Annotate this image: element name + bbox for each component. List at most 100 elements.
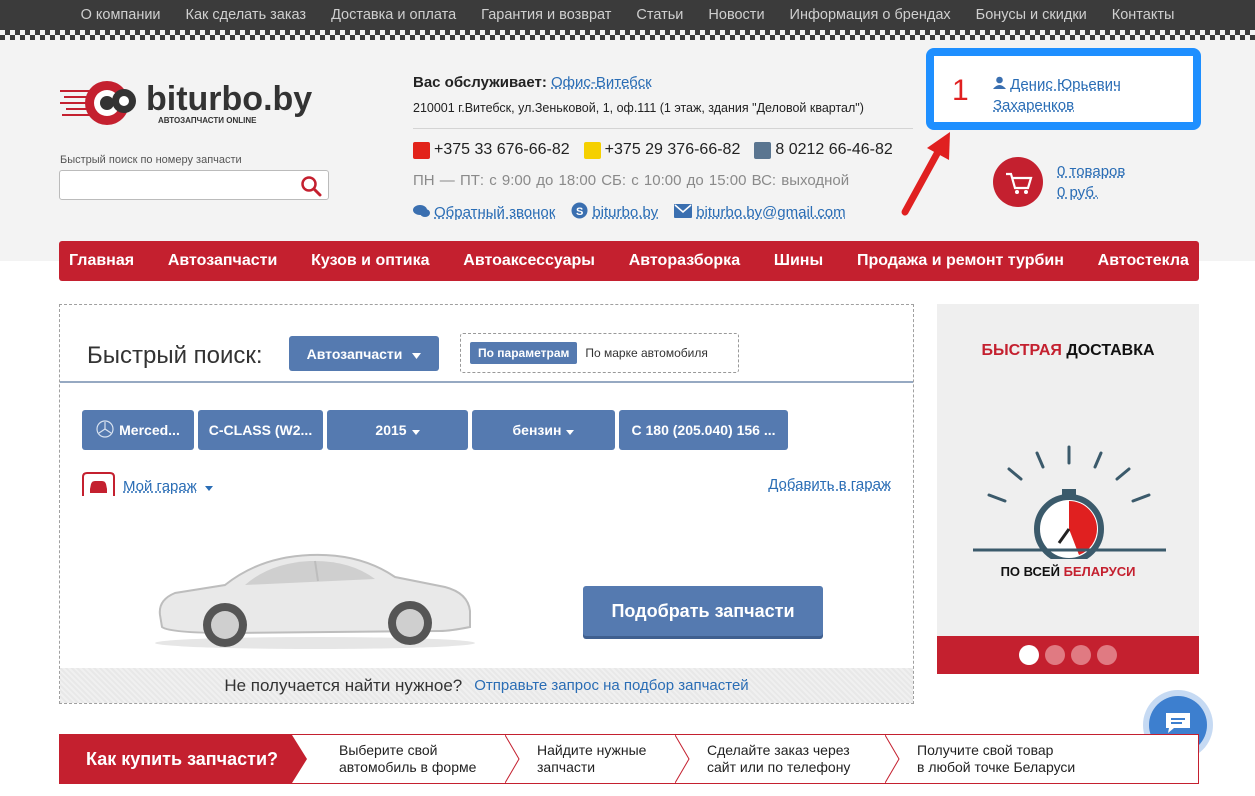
service-office: Вас обслуживает: Офис-Витебск (413, 74, 652, 91)
main-nav: Главная Автозапчасти Кузов и оптика Авто… (59, 241, 1199, 281)
tab-by-parameters[interactable]: По параметрам (470, 342, 578, 364)
user-name[interactable]: Денис Юрьевич Захаренков (993, 74, 1173, 116)
top-nav-contacts[interactable]: Контакты (1099, 7, 1187, 23)
email-link[interactable]: biturbo.by@gmail.com (696, 204, 845, 221)
brand-select[interactable]: Merced... (82, 410, 194, 450)
phone-number: +375 33 676-66-82 (434, 141, 570, 158)
cart-icon (993, 172, 1043, 211)
callback-link[interactable]: Обратный звонок (434, 204, 555, 221)
my-garage-link[interactable]: Мой гараж (123, 478, 197, 495)
cart-items-link[interactable]: 0 товаров (1057, 161, 1125, 182)
svg-text:АВТОЗАПЧАСТИ ONLINE: АВТОЗАПЧАСТИ ONLINE (158, 116, 257, 125)
top-nav-news[interactable]: Новости (696, 7, 777, 23)
main-nav-glass[interactable]: Автостекла (1098, 252, 1189, 270)
category-label: Автозапчасти (306, 345, 403, 362)
add-to-garage-link[interactable]: Добавить в гараж (768, 476, 891, 493)
slide-dot-3[interactable] (1071, 645, 1091, 665)
skype-link[interactable]: biturbo.by (592, 204, 658, 221)
category-dropdown[interactable]: Автозапчасти (289, 336, 439, 371)
top-nav-articles[interactable]: Статьи (624, 7, 696, 23)
panel-footer: Не получается найти нужное? Отправьте за… (60, 668, 913, 703)
cart-button[interactable] (993, 157, 1043, 207)
phone-landline[interactable]: 8 0212 66-46-82 (754, 141, 893, 159)
slide-dot-2[interactable] (1045, 645, 1065, 665)
fuel-select[interactable]: бензин (472, 410, 615, 450)
chevron-right-icon (675, 735, 690, 783)
step-line: сайт или по телефону (707, 759, 851, 775)
top-nav-warranty[interactable]: Гарантия и возврат (469, 7, 624, 23)
quick-search-box (59, 170, 329, 200)
svg-text:biturbo.by: biturbo.by (146, 80, 312, 118)
modification-select[interactable]: C 180 (205.040) 156 ... (619, 410, 788, 450)
user-icon (993, 76, 1006, 93)
send-request-link[interactable]: Отправьте запрос на подбор запчастей (474, 677, 748, 694)
quick-search-input[interactable] (60, 171, 290, 199)
quick-search-panel: Быстрый поиск: Автозапчасти По параметра… (59, 304, 914, 704)
search-icon[interactable] (300, 175, 322, 197)
skype-icon: S (571, 202, 588, 223)
site-logo[interactable]: biturbo.by АВТОЗАПЧАСТИ ONLINE (60, 75, 325, 130)
tab-by-car-brand[interactable]: По марке автомобиля (585, 346, 707, 360)
office-address: 210001 г.Витебск, ул.Зеньковой, 1, оф.11… (413, 101, 864, 115)
phone-list: +375 33 676-66-82 +375 29 376-66-82 8 02… (413, 141, 893, 159)
quick-search-label: Быстрый поиск по номеру запчасти (60, 154, 242, 166)
phone-velcom[interactable]: +375 29 376-66-82 (583, 141, 741, 159)
main-nav-turbines[interactable]: Продажа и ремонт турбин (857, 252, 1064, 270)
mercedes-logo-icon (96, 419, 114, 441)
user-name-link[interactable]: Денис Юрьевич Захаренков (993, 76, 1121, 114)
chevron-right-icon (505, 735, 520, 783)
cart-total-link[interactable]: 0 руб. (1057, 182, 1125, 203)
main-nav-dismantling[interactable]: Авторазборка (629, 252, 740, 270)
step-1: Выберите свой автомобиль в форме (307, 735, 505, 783)
service-label: Вас обслуживает: (413, 74, 547, 91)
panel-title: Быстрый поиск: (87, 342, 263, 369)
brand-value: Merced... (119, 422, 180, 438)
step-line: Получите свой товар (917, 742, 1054, 758)
year-select[interactable]: 2015 (327, 410, 468, 450)
phone-mts[interactable]: +375 33 676-66-82 (413, 141, 570, 159)
garage-car-icon (82, 472, 115, 500)
envelope-icon (674, 203, 693, 222)
step-2: Найдите нужные запчасти (505, 735, 675, 783)
banner-title-red: БЫСТРАЯ (981, 342, 1062, 359)
caret-down-icon (566, 422, 575, 438)
office-link[interactable]: Офис-Витебск (551, 74, 652, 91)
top-nav-about[interactable]: О компании (68, 7, 173, 23)
top-nav-delivery[interactable]: Доставка и оплата (319, 7, 469, 23)
slide-dot-4[interactable] (1097, 645, 1117, 665)
delivery-banner[interactable]: БЫСТРАЯ ДОСТАВКА ПО ВСЕЙ БЕЛАРУСИ (937, 304, 1199, 674)
phone-number: +375 29 376-66-82 (604, 141, 741, 158)
slide-dot-1[interactable] (1019, 645, 1039, 665)
top-nav-bonuses[interactable]: Бонусы и скидки (963, 7, 1099, 23)
step-line: Выберите свой (339, 742, 438, 758)
velcom-icon (583, 141, 601, 159)
user-account-box: 1 Денис Юрьевич Захаренков (926, 48, 1201, 130)
main-nav-auto-parts[interactable]: Автозапчасти (168, 252, 277, 270)
caret-down-icon (411, 422, 420, 438)
annotation-arrow-icon (901, 132, 950, 216)
contact-links: Обратный звонок S biturbo.by biturbo.by@… (413, 202, 846, 223)
caret-down-icon (204, 478, 213, 495)
banner-subtitle: ПО ВСЕЙ БЕЛАРУСИ (937, 564, 1199, 579)
main-nav-body-optics[interactable]: Кузов и оптика (311, 252, 429, 270)
modification-value: C 180 (205.040) 156 ... (631, 422, 776, 438)
search-mode-tabs: По параметрам По марке автомобиля (460, 333, 739, 373)
cart-info: 0 товаров 0 руб. (1057, 161, 1125, 203)
model-select[interactable]: C-CLASS (W2... (198, 410, 323, 450)
chevron-right-icon (885, 735, 900, 783)
my-garage[interactable]: Мой гараж (82, 472, 213, 500)
caret-down-icon (412, 346, 422, 362)
main-nav-accessories[interactable]: Автоаксессуары (463, 252, 595, 270)
main-nav-home[interactable]: Главная (69, 252, 134, 270)
phone-number: 8 0212 66-46-82 (775, 141, 893, 158)
chat-bubbles-icon (413, 204, 430, 222)
step-line: в любой точке Беларуси (917, 759, 1076, 775)
top-nav-how-to-order[interactable]: Как сделать заказ (173, 7, 319, 23)
checker-divider (0, 30, 1255, 40)
banner-sub-black: ПО ВСЕЙ (1000, 564, 1060, 579)
top-nav-brands[interactable]: Информация о брендах (777, 7, 963, 23)
panel-divider (60, 381, 913, 383)
car-image (150, 545, 480, 650)
pick-parts-button[interactable]: Подобрать запчасти (583, 586, 823, 636)
main-nav-tires[interactable]: Шины (774, 252, 823, 270)
